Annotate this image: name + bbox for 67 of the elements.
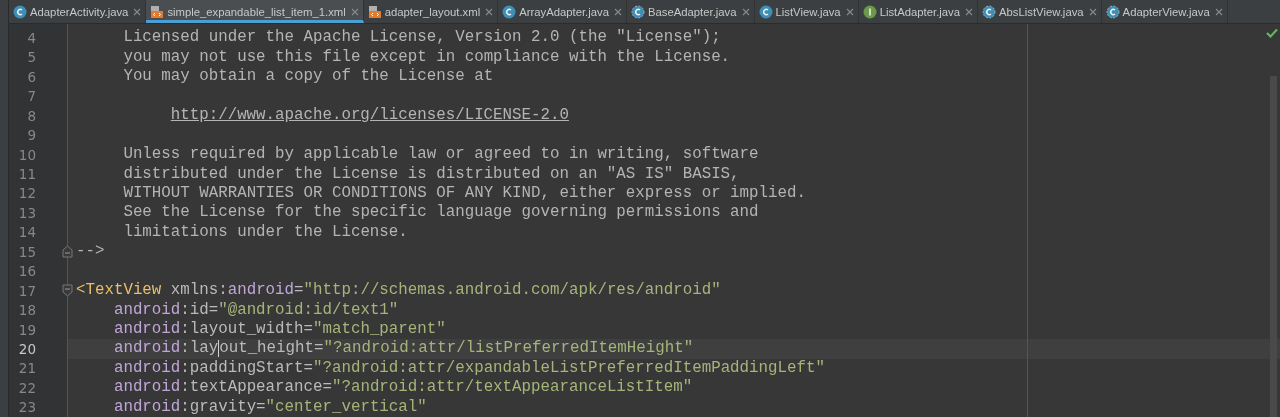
file-tab[interactable]: ListAdapter.java	[858, 0, 979, 24]
xml-file-icon	[150, 4, 165, 19]
code-line: android:textAppearance="?android:attr/textAppearanceListItem"	[112, 378, 693, 398]
abstract-class-icon	[982, 4, 997, 19]
code-line: Unless required by applicable law or agreed to in writing, software	[122, 145, 759, 165]
code-line: You may obtain a copy of the License at	[122, 67, 494, 87]
code-line: android:layout_width="match_parent"	[112, 320, 446, 340]
fold-icon[interactable]	[62, 245, 73, 259]
line-number: 22	[17, 379, 36, 396]
close-icon[interactable]	[613, 7, 622, 16]
close-icon[interactable]	[350, 7, 359, 16]
code-line: you may not use this file except in compliance with the License.	[122, 47, 731, 67]
text-cursor	[218, 339, 220, 357]
line-number: 8	[26, 107, 36, 124]
close-icon[interactable]	[1214, 7, 1223, 16]
code-line: WITHOUT WARRANTIES OR CONDITIONS OF ANY KIND, either express or implied.	[122, 183, 806, 203]
code-line: android:gravity="center_vertical"	[112, 397, 427, 417]
abstract-class-icon	[630, 4, 645, 19]
close-icon[interactable]	[741, 7, 750, 16]
close-icon[interactable]	[965, 7, 974, 16]
code-line: -->	[76, 242, 105, 262]
xml-file-icon	[367, 4, 382, 19]
close-icon[interactable]	[485, 7, 494, 16]
check-icon	[1266, 28, 1278, 39]
line-number: 18	[17, 302, 36, 319]
class-icon	[13, 4, 27, 19]
line-number: 13	[17, 204, 36, 221]
file-tab[interactable]: ListView.java	[754, 0, 859, 24]
line-number: 15	[17, 243, 36, 260]
file-tab[interactable]: AdapterView.java	[1101, 0, 1228, 24]
class-icon	[758, 4, 773, 19]
url-link[interactable]: http://www.apache.org/licenses/LICENSE-2.0	[170, 106, 569, 125]
line-number: 9	[26, 127, 36, 144]
class-icon	[502, 4, 517, 19]
line-number: 19	[17, 321, 36, 338]
line-number: 10	[17, 146, 36, 163]
code-line: distributed under the License is distributed on an "AS IS" BASIS,	[122, 164, 740, 184]
file-tab[interactable]: AbsListView.java	[978, 0, 1102, 24]
line-number: 21	[17, 360, 36, 377]
code-line: limitations under the License.	[122, 222, 408, 242]
line-number: 4	[26, 29, 36, 46]
abstract-class-icon	[1105, 4, 1120, 19]
close-icon[interactable]	[1088, 7, 1097, 16]
code-line: See the License for the specific language governing permissions and	[122, 203, 759, 223]
code-line: android:id="@android:id/text1"	[112, 300, 399, 320]
line-number: 17	[17, 282, 36, 299]
code-line: Licensed under the Apache License, Version 2.0 (the "License");	[122, 28, 721, 48]
line-number: 16	[17, 263, 36, 280]
file-tab[interactable]: simple_expandable_list_item_1.xml	[146, 0, 364, 24]
line-number: 20	[17, 340, 36, 357]
close-icon[interactable]	[845, 7, 854, 16]
line-number: 14	[17, 224, 36, 241]
line-number: 23	[17, 399, 36, 416]
line-number: 7	[26, 88, 36, 105]
close-icon[interactable]	[133, 7, 142, 16]
code-line: <TextView xmlns:android="http://schemas.android.com/apk/res/android"	[76, 281, 721, 301]
file-tab[interactable]: adapter_layout.xml	[363, 0, 499, 24]
line-number: 11	[17, 166, 36, 183]
line-number: 5	[26, 49, 36, 66]
code-line: android:layout_height="?android:attr/listPreferredItemHeight"	[112, 339, 694, 359]
line-number: 6	[26, 68, 36, 85]
file-tab[interactable]: ArrayAdapter.java	[498, 0, 627, 24]
interface-icon	[862, 4, 877, 19]
code-line: android:paddingStart="?android:attr/expandableListPreferredItemPaddingLeft"	[112, 358, 825, 378]
fold-icon[interactable]	[62, 283, 73, 297]
file-tab[interactable]: BaseAdapter.java	[626, 0, 755, 24]
line-number: 12	[17, 185, 36, 202]
